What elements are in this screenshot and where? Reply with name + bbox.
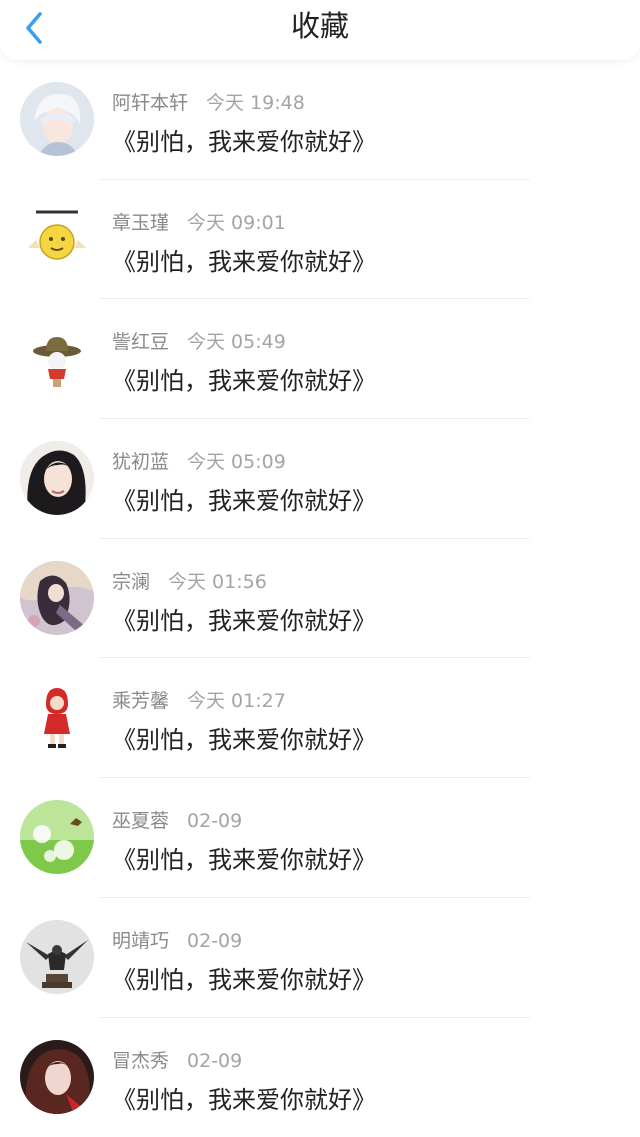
favorite-content[interactable]: 《别怕，我来爱你就好》 xyxy=(112,720,376,755)
favorite-content[interactable]: 《别怕，我来爱你就好》 xyxy=(112,601,376,636)
timestamp: 今天 05:09 xyxy=(187,451,286,473)
favorite-content[interactable]: 《别怕，我来爱你就好》 xyxy=(112,361,376,396)
top-bar: 收藏 xyxy=(0,0,640,60)
list-item[interactable]: 犹初蓝今天 05:09 《别怕，我来爱你就好》 xyxy=(0,419,640,539)
list-item[interactable]: 冒杰秀 02-09 《别怕，我来爱你就好》 xyxy=(0,1018,640,1137)
list-item[interactable]: 訾红豆今天 05:49 《别怕，我来爱你就好》 xyxy=(0,299,640,419)
timestamp: 02-09 xyxy=(187,1050,242,1072)
user-name[interactable]: 宗澜 xyxy=(112,571,150,593)
user-name[interactable]: 乘芳馨 xyxy=(112,690,169,712)
avatar[interactable] xyxy=(20,561,94,635)
avatar[interactable] xyxy=(20,441,94,515)
favorite-content[interactable]: 《别怕，我来爱你就好》 xyxy=(112,242,376,277)
list-item[interactable]: 阿轩本轩今天 19:48 《别怕，我来爱你就好》 xyxy=(0,60,640,180)
avatar[interactable] xyxy=(20,321,94,395)
item-meta: 巫夏蓉 02-09 xyxy=(112,806,242,833)
user-name[interactable]: 阿轩本轩 xyxy=(112,92,188,114)
item-meta: 乘芳馨今天 01:27 xyxy=(112,686,286,713)
user-name[interactable]: 犹初蓝 xyxy=(112,451,169,473)
list-item[interactable]: 明靖巧 02-09 《别怕，我来爱你就好》 xyxy=(0,898,640,1018)
favorite-content[interactable]: 《别怕，我来爱你就好》 xyxy=(112,122,376,157)
page-title: 收藏 xyxy=(0,0,640,52)
user-name[interactable]: 冒杰秀 xyxy=(112,1050,169,1072)
avatar[interactable] xyxy=(20,202,94,276)
avatar[interactable] xyxy=(20,920,94,994)
timestamp: 今天 19:48 xyxy=(206,92,305,114)
item-meta: 宗澜今天 01:56 xyxy=(112,567,267,594)
item-meta: 冒杰秀 02-09 xyxy=(112,1046,242,1073)
user-name[interactable]: 訾红豆 xyxy=(112,331,169,353)
favorite-content[interactable]: 《别怕，我来爱你就好》 xyxy=(112,1080,376,1115)
avatar[interactable] xyxy=(20,82,94,156)
favorite-content[interactable]: 《别怕，我来爱你就好》 xyxy=(112,960,376,995)
favorite-content[interactable]: 《别怕，我来爱你就好》 xyxy=(112,481,376,516)
user-name[interactable]: 巫夏蓉 xyxy=(112,810,169,832)
list-item[interactable]: 章玉瑾今天 09:01 《别怕，我来爱你就好》 xyxy=(0,180,640,300)
user-name[interactable]: 明靖巧 xyxy=(112,930,169,952)
item-meta: 阿轩本轩今天 19:48 xyxy=(112,88,305,115)
item-meta: 明靖巧 02-09 xyxy=(112,926,242,953)
list-item[interactable]: 宗澜今天 01:56 《别怕，我来爱你就好》 xyxy=(0,539,640,659)
user-name[interactable]: 章玉瑾 xyxy=(112,212,169,234)
avatar[interactable] xyxy=(20,680,94,754)
timestamp: 今天 09:01 xyxy=(187,212,286,234)
timestamp: 02-09 xyxy=(187,930,242,952)
avatar[interactable] xyxy=(20,800,94,874)
favorite-content[interactable]: 《别怕，我来爱你就好》 xyxy=(112,840,376,875)
favorites-list: 阿轩本轩今天 19:48 《别怕，我来爱你就好》 章玉瑾今天 09:01 《别怕… xyxy=(0,60,640,1137)
item-meta: 章玉瑾今天 09:01 xyxy=(112,208,286,235)
timestamp: 02-09 xyxy=(187,810,242,832)
list-item[interactable]: 巫夏蓉 02-09 《别怕，我来爱你就好》 xyxy=(0,778,640,898)
item-meta: 訾红豆今天 05:49 xyxy=(112,327,286,354)
timestamp: 今天 01:56 xyxy=(168,571,267,593)
avatar[interactable] xyxy=(20,1040,94,1114)
timestamp: 今天 01:27 xyxy=(187,690,286,712)
item-meta: 犹初蓝今天 05:09 xyxy=(112,447,286,474)
list-item[interactable]: 乘芳馨今天 01:27 《别怕，我来爱你就好》 xyxy=(0,658,640,778)
timestamp: 今天 05:49 xyxy=(187,331,286,353)
